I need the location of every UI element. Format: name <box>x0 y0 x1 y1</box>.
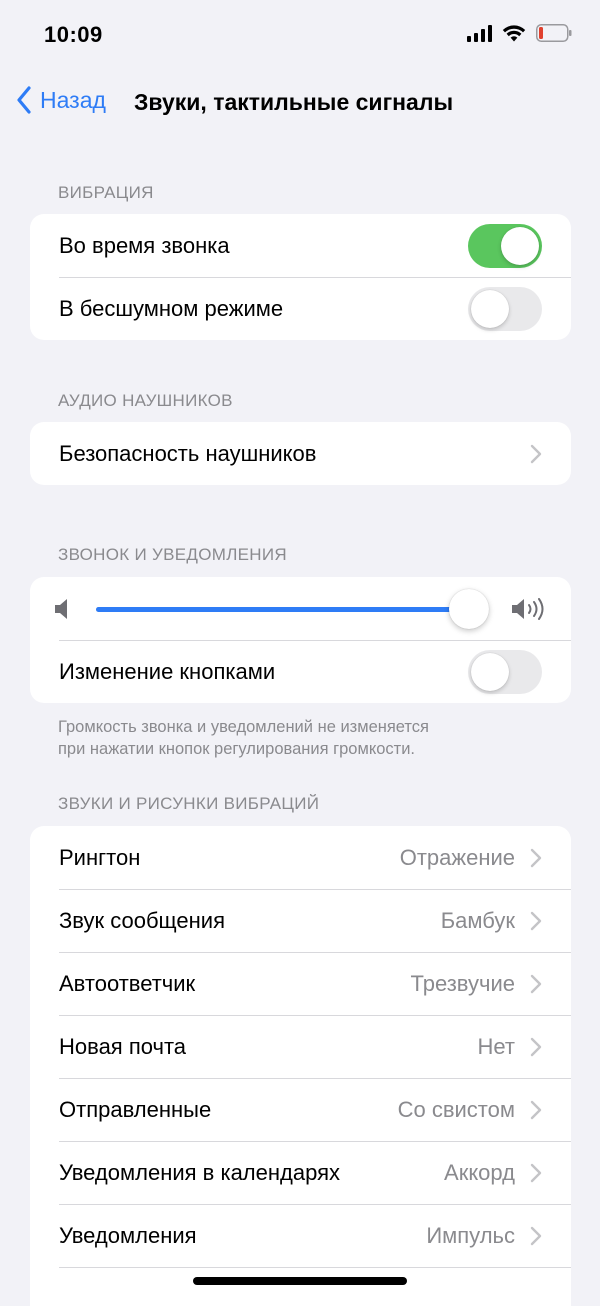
calendar-alerts-row[interactable]: Уведомления в календарях Аккорд <box>30 1141 571 1204</box>
row-label: Звук сообщения <box>59 907 225 933</box>
chevron-right-icon <box>530 974 542 994</box>
row-label: Новая почта <box>59 1033 187 1059</box>
ringtone-row[interactable]: Рингтон Отражение <box>30 826 571 889</box>
change-with-buttons-toggle[interactable] <box>468 650 542 694</box>
home-indicator <box>193 1277 407 1285</box>
voicemail-row[interactable]: Автоответчик Трезвучие <box>30 952 571 1015</box>
section-header-ringer-alerts: ЗВОНОК И УВЕДОМЛЕНИЯ <box>58 545 287 564</box>
vibrate-on-ring-toggle[interactable] <box>468 224 542 268</box>
toggle-knob <box>471 290 509 328</box>
ringer-volume-slider[interactable] <box>96 589 490 629</box>
text-tone-row[interactable]: Звук сообщения Бамбук <box>30 889 571 952</box>
cellular-signal-icon <box>467 24 492 42</box>
row-label: Рингтон <box>59 844 141 870</box>
toggle-knob <box>501 227 539 265</box>
row-label: Изменение кнопками <box>59 658 276 684</box>
row-value: Импульс <box>426 1222 515 1248</box>
row-value: Отражение <box>399 844 515 870</box>
row-value: Нет <box>477 1033 515 1059</box>
speaker-high-icon <box>512 598 544 620</box>
sent-mail-row[interactable]: Отправленные Со свистом <box>30 1078 571 1141</box>
status-time: 10:09 <box>44 22 103 47</box>
page-title: Звуки, тактильные сигналы <box>134 89 454 115</box>
row-value: Трезвучие <box>410 970 515 996</box>
row-value: Аккорд <box>444 1159 515 1185</box>
new-mail-row[interactable]: Новая почта Нет <box>30 1015 571 1078</box>
status-bar: 10:09 <box>0 0 600 72</box>
row-label: Безопасность наушников <box>59 440 317 466</box>
section-header-vibration: ВИБРАЦИЯ <box>58 183 154 202</box>
change-with-buttons-row: Изменение кнопками <box>30 640 571 703</box>
ringer-footer-note: Громкость звонка и уведомлений не изменя… <box>58 716 558 760</box>
row-label: Отправленные <box>59 1096 212 1122</box>
slider-thumb[interactable] <box>449 589 490 629</box>
back-button[interactable]: Назад <box>16 86 106 114</box>
wifi-icon <box>502 25 526 42</box>
battery-icon <box>536 24 572 42</box>
chevron-left-icon <box>17 86 31 114</box>
section-header-headphone-audio: АУДИО НАУШНИКОВ <box>58 391 233 410</box>
vibrate-on-silent-row: В бесшумном режиме <box>30 277 571 340</box>
ringer-volume-row <box>30 577 571 640</box>
row-value: Бамбук <box>440 907 515 933</box>
slider-fill <box>96 607 470 612</box>
vibration-group: Во время звонка В бесшумном режиме <box>30 214 571 340</box>
reminder-alerts-row[interactable]: Уведомления Импульс <box>30 1204 571 1267</box>
status-icons <box>467 24 572 42</box>
row-label: Во время звонка <box>59 232 230 258</box>
headphone-safety-row[interactable]: Безопасность наушников <box>30 422 571 485</box>
vibrate-on-silent-toggle[interactable] <box>468 287 542 331</box>
row-label: Автоответчик <box>59 970 196 996</box>
chevron-right-icon <box>530 1163 542 1183</box>
partial-row <box>30 1267 571 1306</box>
headphone-audio-group: Безопасность наушников <box>30 422 571 485</box>
ringer-group: Изменение кнопками <box>30 577 571 703</box>
row-label: В бесшумном режиме <box>59 295 284 321</box>
row-value: Со свистом <box>397 1096 515 1122</box>
footer-note-line: при нажатии кнопок регулирования громкос… <box>58 740 416 758</box>
toggle-knob <box>471 653 509 691</box>
section-header-sounds: ЗВУКИ И РИСУНКИ ВИБРАЦИЙ <box>58 794 320 813</box>
chevron-right-icon <box>530 911 542 931</box>
chevron-right-icon <box>530 1226 542 1246</box>
chevron-right-icon <box>530 1037 542 1057</box>
footer-note-line: Громкость звонка и уведомлений не изменя… <box>58 718 429 736</box>
speaker-low-icon <box>55 599 67 619</box>
chevron-right-icon <box>530 848 542 868</box>
row-label: Уведомления в календарях <box>59 1159 341 1185</box>
sounds-group: Рингтон Отражение Звук сообщения Бамбук … <box>30 826 571 1306</box>
back-button-label: Назад <box>40 86 106 113</box>
chevron-right-icon <box>530 1100 542 1120</box>
navigation-bar: Назад Звуки, тактильные сигналы <box>0 80 600 124</box>
row-label: Уведомления <box>59 1222 197 1248</box>
vibrate-on-ring-row: Во время звонка <box>30 214 571 277</box>
chevron-right-icon <box>530 444 542 464</box>
